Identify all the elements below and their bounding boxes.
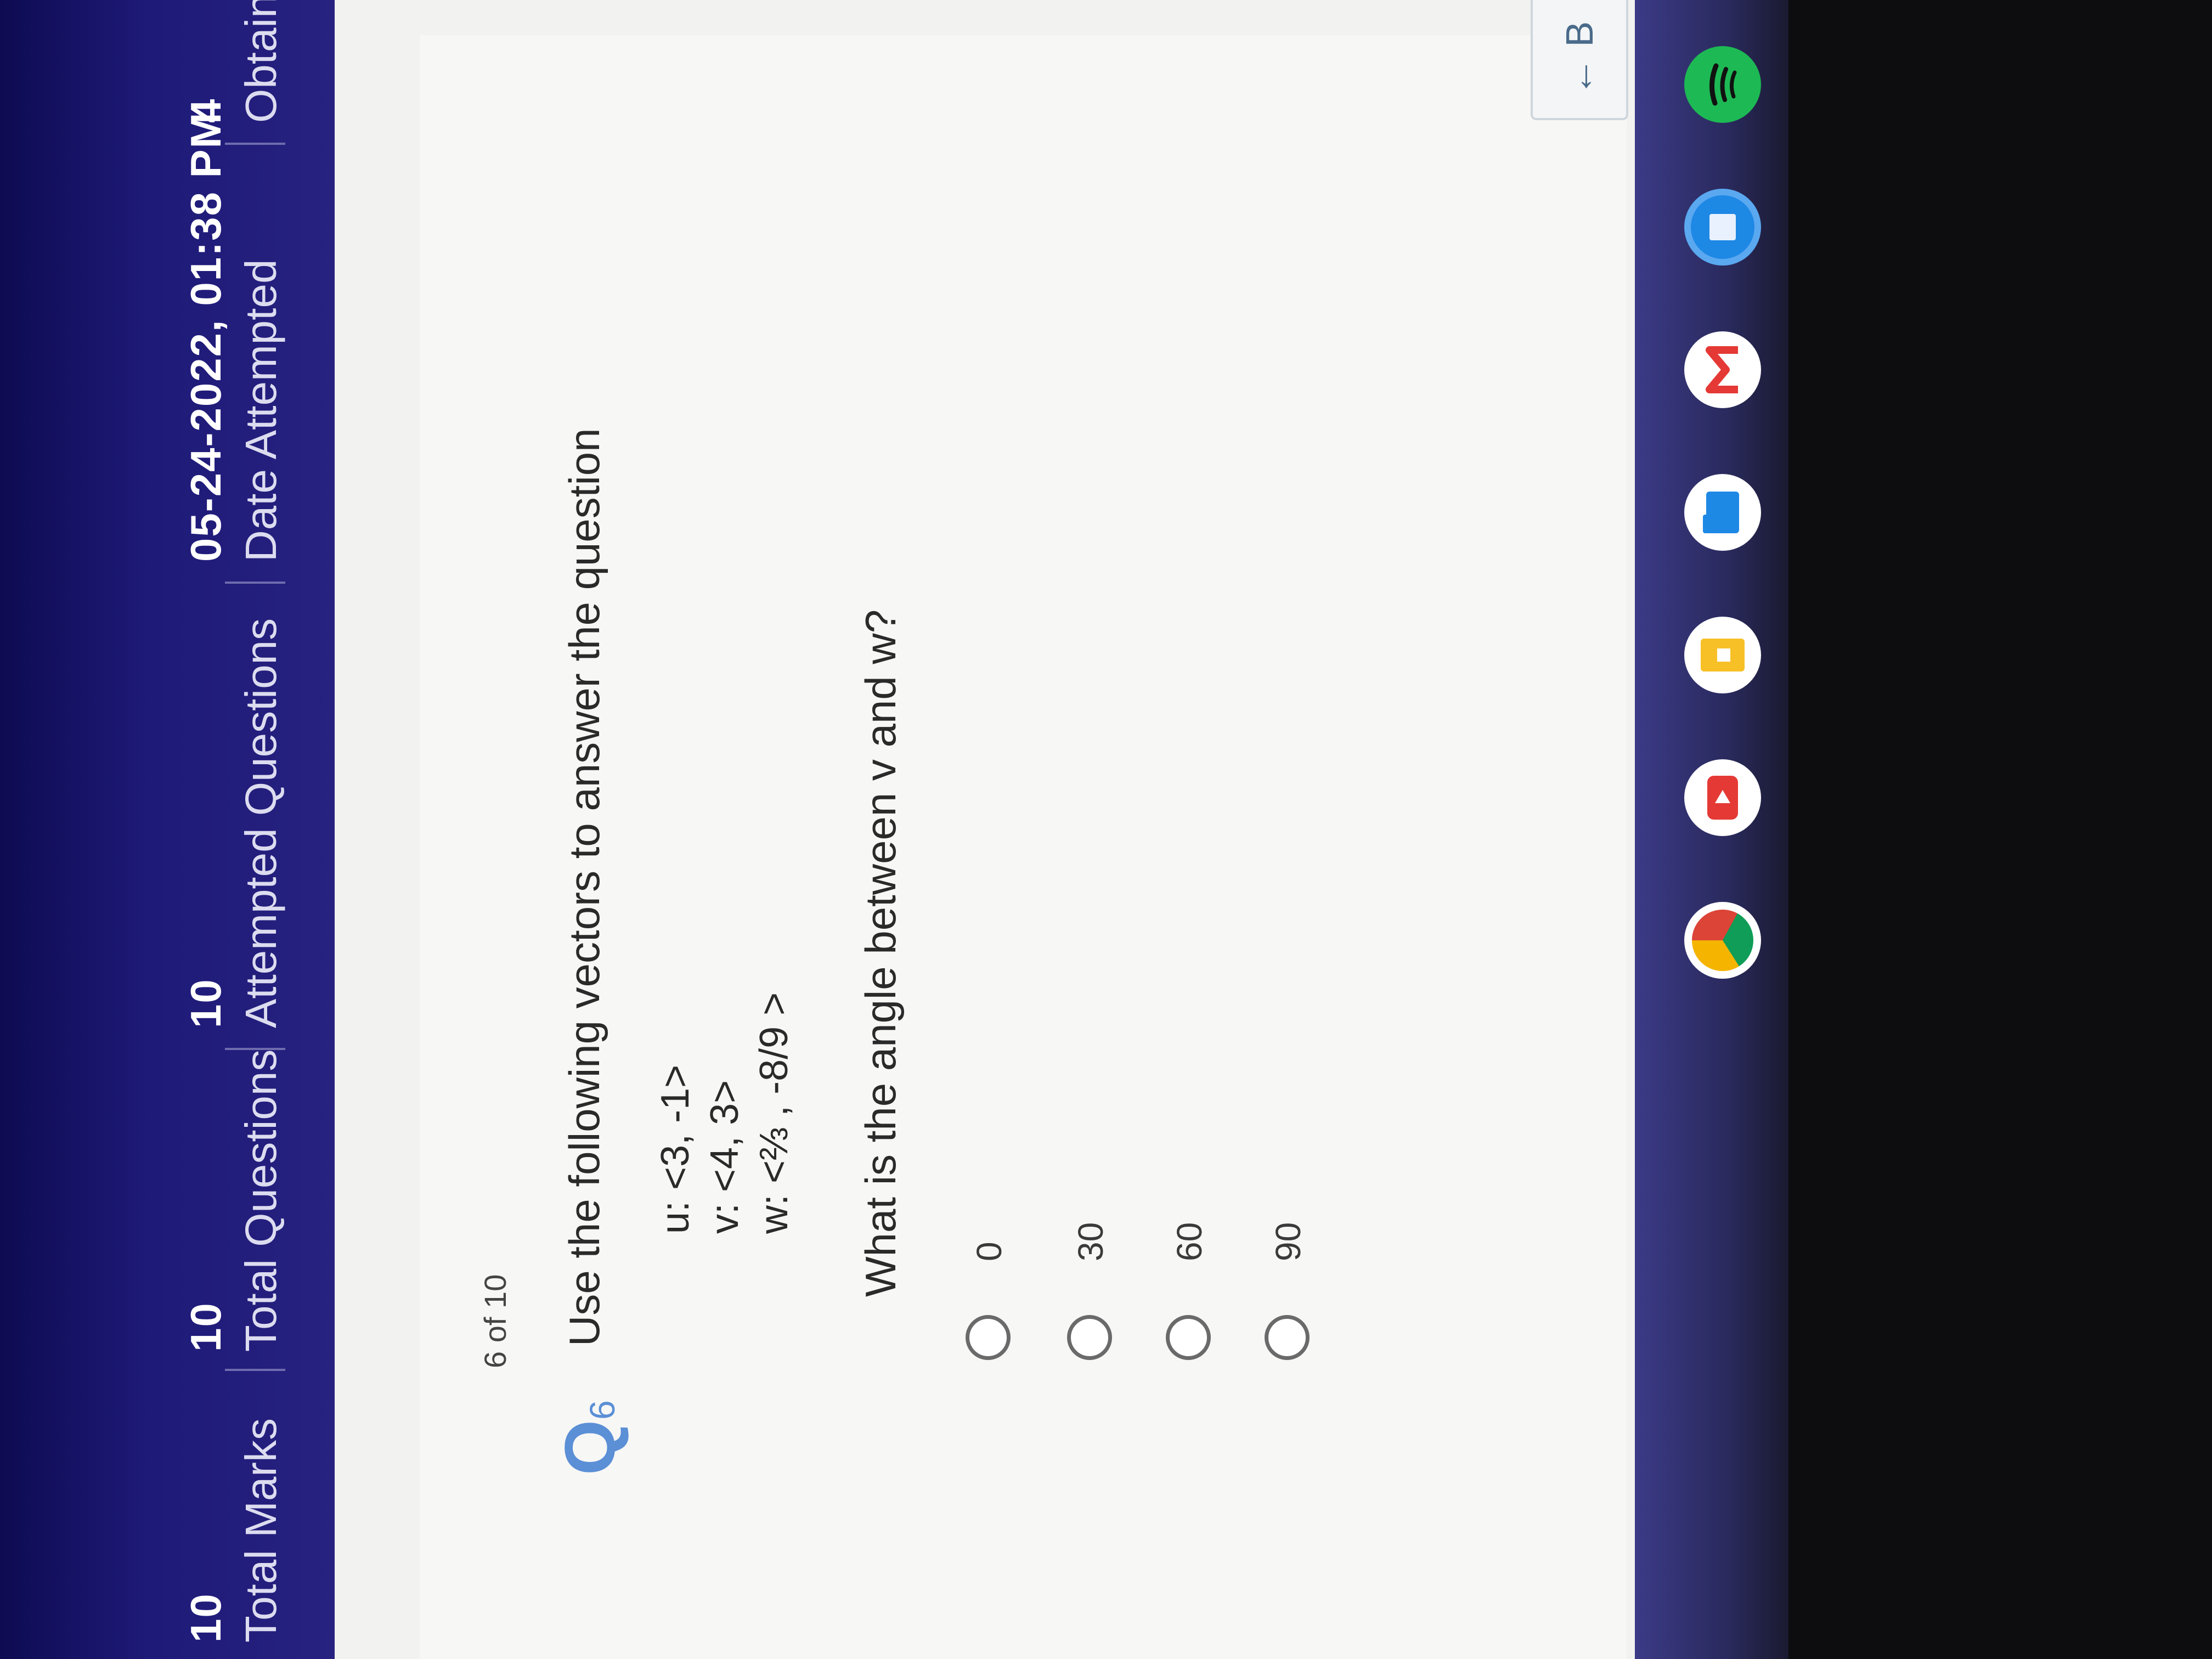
youtube-icon[interactable] bbox=[1684, 759, 1761, 836]
back-button-label: ← B bbox=[1558, 21, 1601, 96]
option-label: 0 bbox=[969, 1242, 1009, 1261]
stat-value: 10 bbox=[182, 978, 230, 1028]
question-prompt: Use the following vectors to answer the … bbox=[560, 428, 608, 1346]
stat-divider bbox=[225, 1048, 285, 1050]
option-label: 60 bbox=[1170, 1222, 1209, 1261]
radio-button[interactable] bbox=[966, 1315, 1011, 1360]
stat-value: 10 bbox=[182, 1593, 230, 1643]
stat-label: Attempted Questions bbox=[236, 618, 285, 1028]
option-label: 90 bbox=[1268, 1222, 1308, 1261]
question-number-badge: Q6 bbox=[549, 1400, 631, 1475]
stat-label: Date Attempted bbox=[236, 259, 285, 562]
back-button[interactable]: ← B bbox=[1531, 0, 1628, 120]
stat-value: 4 bbox=[182, 98, 230, 123]
vector-v: v: <4, 3> bbox=[703, 1080, 747, 1234]
stat-divider bbox=[225, 1369, 285, 1371]
results-stats-bar: 10 Total Marks 10 Total Questions 10 Att… bbox=[0, 0, 335, 1659]
radio-button[interactable] bbox=[1166, 1315, 1211, 1360]
stat-value: 10 bbox=[182, 1302, 230, 1352]
chrome-icon[interactable] bbox=[1684, 902, 1761, 979]
stat-label: Total Questions bbox=[236, 1049, 285, 1352]
stat-value: 05-24-2022, 01:38 PM bbox=[182, 111, 230, 562]
option-label: 30 bbox=[1071, 1222, 1110, 1261]
gmail-icon[interactable] bbox=[1684, 331, 1761, 408]
stat-divider bbox=[225, 582, 285, 584]
question-badge-number: 6 bbox=[583, 1400, 622, 1420]
stat-divider bbox=[225, 143, 285, 145]
files-icon[interactable] bbox=[1684, 474, 1761, 551]
stat-label: Total Marks bbox=[236, 1418, 285, 1643]
question-badge-letter: Q bbox=[550, 1419, 630, 1475]
radio-button[interactable] bbox=[1067, 1315, 1112, 1360]
radio-button[interactable] bbox=[1265, 1315, 1310, 1360]
vector-u: u: <3, -1> bbox=[653, 1064, 697, 1234]
keep-icon[interactable] bbox=[1684, 617, 1761, 693]
spotify-icon[interactable] bbox=[1684, 46, 1761, 123]
stat-label: Obtained bbox=[236, 0, 285, 123]
screen: 10 Total Marks 10 Total Questions 10 Att… bbox=[0, 0, 1788, 1659]
vector-w: w: <⅔ , -8/9 > bbox=[752, 992, 796, 1234]
question-text: What is the angle between v and w? bbox=[856, 609, 905, 1297]
question-progress: 6 of 10 bbox=[478, 1274, 512, 1368]
docs-icon[interactable] bbox=[1684, 189, 1761, 266]
